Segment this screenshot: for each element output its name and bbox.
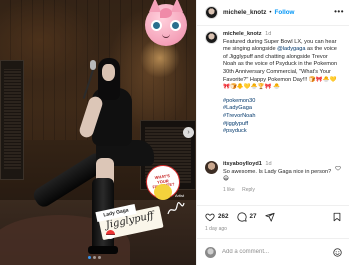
carousel-dot-active — [88, 256, 91, 259]
bookmark-icon[interactable] — [332, 212, 342, 222]
singer-face — [102, 64, 115, 81]
share-action[interactable] — [264, 212, 278, 222]
amplifier-left — [0, 60, 24, 180]
hashtag-link[interactable]: #TrevorNoah — [223, 113, 341, 121]
add-comment-row — [197, 238, 349, 265]
comment-text: So awesome. Is Lady Gaga nice in person?… — [223, 168, 332, 183]
instagram-post-window: WHAT'S YOUR FAVORITE? Artist Jigglypuff … — [0, 0, 349, 265]
commenter-avatar[interactable] — [205, 161, 218, 174]
follow-button[interactable]: Follow — [275, 9, 295, 16]
hashtag-link[interactable]: #jigglypuff — [223, 121, 341, 129]
author-username[interactable]: michele_knotz — [223, 9, 266, 16]
comments-scroll-area[interactable]: michele_knotz 1d Featured during Super B… — [197, 27, 349, 199]
hashtag-link[interactable]: #LadyGaga — [223, 105, 341, 113]
post-time-ago: 1 day ago — [205, 226, 227, 232]
post-info-panel: michele_knotz • Follow ••• michele_knotz… — [196, 0, 349, 265]
jigglypuff-character — [145, 0, 187, 46]
author-avatar[interactable] — [205, 6, 218, 19]
share-paper-plane-icon[interactable] — [264, 212, 275, 222]
current-user-avatar — [205, 246, 216, 258]
psyduck-character — [154, 184, 172, 200]
pokeball-icon — [106, 230, 115, 239]
comment-time: 1d — [265, 161, 272, 167]
like-action[interactable]: 262 — [205, 212, 229, 222]
boot-platform — [88, 246, 118, 254]
action-bar: 262 27 — [197, 205, 349, 227]
add-comment-input[interactable] — [222, 249, 332, 255]
hashtag-link[interactable]: #psyduck — [223, 128, 341, 136]
post-media[interactable]: WHAT'S YOUR FAVORITE? Artist Jigglypuff … — [0, 0, 196, 265]
comment-bubble-icon[interactable] — [236, 212, 247, 222]
carousel-dot — [98, 256, 101, 259]
signature-scrawl — [167, 201, 185, 215]
header-separator: • — [269, 9, 272, 16]
hashtag-list: #pokemon30 #LadyGaga #TrevorNoah #jiggly… — [223, 98, 341, 136]
comment-like-heart-icon[interactable] — [335, 165, 341, 171]
comment-body: itsyaboylloyd1 1d So awesome. Is Lady Ga… — [223, 161, 335, 194]
commenter-username[interactable]: itsyaboylloyd1 — [223, 161, 262, 167]
comment-like-count[interactable]: 1 like — [223, 187, 235, 193]
caption-avatar[interactable] — [205, 31, 218, 44]
post-header: michele_knotz • Follow ••• — [197, 0, 349, 26]
more-options-icon[interactable]: ••• — [334, 8, 344, 16]
caption-time: 1d — [265, 31, 272, 37]
mention-link[interactable]: @ladygaga — [277, 46, 305, 52]
comment-meta: 1 like Reply — [223, 187, 335, 195]
caption-username[interactable]: michele_knotz — [223, 31, 262, 37]
caption-text-2: as the voice of Jigglypuff and chatting … — [223, 46, 338, 91]
carousel-dots — [88, 256, 101, 259]
hashtag-link[interactable]: #pokemon30 — [223, 98, 341, 106]
emoji-smiley-icon[interactable] — [333, 248, 342, 257]
caption: michele_knotz 1d Featured during Super B… — [205, 31, 347, 136]
carousel-dot — [93, 256, 96, 259]
microphone — [90, 60, 96, 70]
like-count[interactable]: 262 — [218, 213, 229, 220]
comment-count[interactable]: 27 — [250, 213, 257, 220]
comment-reply-button[interactable]: Reply — [242, 187, 255, 193]
artist-label: Artist — [175, 193, 185, 198]
next-slide-chevron-icon[interactable]: › — [183, 127, 194, 138]
comment-action[interactable]: 27 — [236, 212, 257, 222]
comment-item: itsyaboylloyd1 1d So awesome. Is Lady Ga… — [205, 161, 347, 194]
caption-body: michele_knotz 1d Featured during Super B… — [223, 31, 341, 136]
heart-icon[interactable] — [205, 212, 215, 222]
